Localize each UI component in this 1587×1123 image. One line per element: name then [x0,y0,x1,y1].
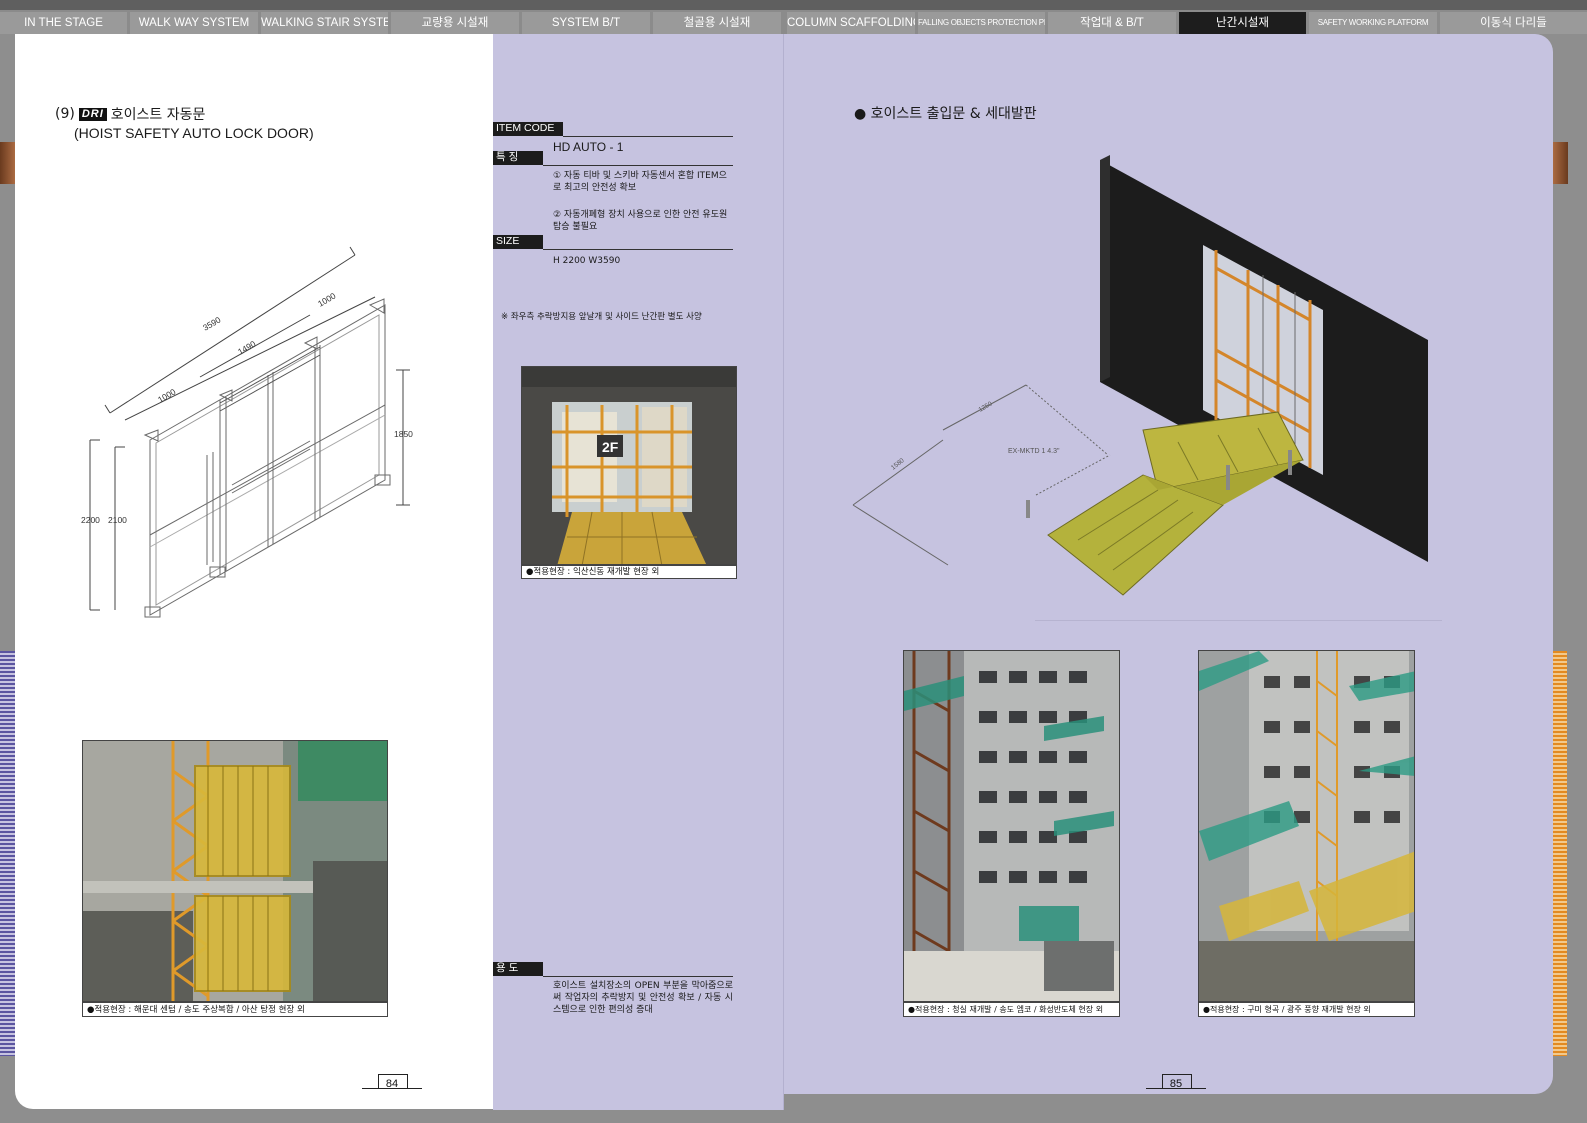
size-value: H 2200 W3590 [553,256,621,266]
hoist-entrance-3d-render: 1250 1580 EX-MKTD 1 4.3" [852,155,1428,596]
tab-in-the-stage[interactable]: IN THE STAGE [0,12,127,34]
building-site-photo-2 [1199,651,1414,1001]
item-code-value: HD AUTO - 1 [553,140,624,154]
usage-label: 용 도 [493,962,543,976]
item-code-label: ITEM CODE [493,122,563,136]
product-title: (9) DRI 호이스트 자동문 [55,104,205,124]
tab-mobile-ladders[interactable]: 이동식 다리들 [1440,12,1587,34]
feature-2: ② 자동개폐형 장치 사용으로 인한 안전 유도원 탑승 불필요 [553,210,728,232]
page-number-85: 85 [1169,1078,1183,1090]
model-label: EX-MKTD 1 4.3" [1008,448,1060,455]
caption-right-photo-2: ●적용현장 : 구미 형곡 / 광주 풍향 재개발 현장 외 [1198,1002,1415,1017]
dim-height-inner: 2100 [108,515,127,525]
floor-sign: 2F [602,439,619,455]
dim-total-width: 3590 [201,314,223,332]
tab-bridge-equipment[interactable]: 교량용 시설재 [391,12,519,34]
tab-work-platform-bt[interactable]: 작업대 & B/T [1048,12,1176,34]
feature-label: 특 징 [493,151,543,165]
dim-left-bay: 1000 [156,386,178,404]
application-photo-left [82,740,388,1002]
tab-walk-way-system[interactable]: WALK WAY SYSTEM [130,12,258,34]
rule-usage [543,976,733,977]
brand-logo: DRI [78,107,107,121]
dim-right-bay: 1000 [316,290,338,308]
hoist-door-photo: 2F [522,367,736,564]
dim-height-outer: 2200 [81,515,100,525]
size-label: SIZE [493,235,543,249]
dim-1580: 1580 [890,457,906,472]
usage-text: 호이스트 설치장소의 OPEN 부분을 막아줌으로써 작업자의 추락방지 및 안… [553,981,733,1015]
tab-railing-equipment[interactable]: 난간시설재 [1179,12,1306,34]
page-spine [783,34,784,1110]
title-korean: 호이스트 자동문 [110,107,206,123]
application-photo-mid: 2F [521,366,737,565]
rule-feature [543,165,733,166]
feature-1: ① 자동 티바 및 스키바 자동센서 혼합 ITEM으로 최고의 안전성 확보 [553,171,727,193]
dim-1250: 1250 [978,400,994,413]
hoist-site-photo [83,741,387,1001]
tab-system-bt[interactable]: SYSTEM B/T [522,12,650,34]
dim-door-height: 1850 [394,429,413,439]
dim-middle-bay: 1490 [236,338,258,356]
page-number-84: 84 [385,1078,399,1090]
right-heading: ● 호이스트 출입문 & 세대발판 [854,106,1037,122]
application-photo-right-2 [1198,650,1415,1002]
tab-walking-stair-system[interactable]: WALKING STAIR SYSTEM [261,12,388,34]
render-baseline [1035,620,1442,621]
caption-mid-photo: ●적용현장 : 익산신동 재개발 현장 외 [521,565,737,579]
tab-safety-working-platform[interactable]: SAFETY WORKING PLATFORM [1309,12,1437,34]
caption-right-photo-1: ●적용현장 : 청실 재개발 / 송도 엠코 / 화성반도체 현장 외 [903,1002,1120,1017]
building-site-photo-1 [904,651,1119,1001]
tab-steel-equipment[interactable]: 철골용 시설재 [653,12,781,34]
door-technical-drawing: 3590 1000 1490 1000 2200 2100 1850 [81,246,413,618]
tab-falling-objects[interactable]: FALLING OBJECTS PROTECTION PLATFORM [918,12,1045,34]
spec-note: ※ 좌우측 추락방지용 앞날개 및 사이드 난간판 별도 사양 [501,312,702,322]
tab-column-scaffolding[interactable]: COLUMN SCAFFOLDING [787,12,915,34]
application-photo-right-1 [903,650,1120,1002]
rule-item-code [563,136,733,137]
caption-left-photo: ●적용현장 : 해운대 센텀 / 송도 주상복합 / 아산 탕정 현장 외 [82,1002,388,1017]
item-number: (9) [55,106,75,122]
top-tab-bar: IN THE STAGE WALK WAY SYSTEM WALKING STA… [0,0,1587,34]
title-english: (HOIST SAFETY AUTO LOCK DOOR) [74,125,314,141]
rule-size [543,249,733,250]
